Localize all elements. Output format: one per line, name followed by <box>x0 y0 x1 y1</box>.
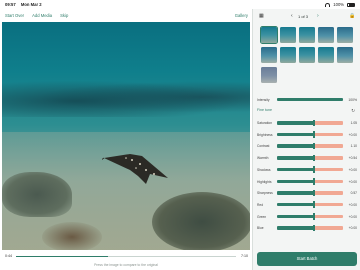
slider-track-left <box>277 179 313 183</box>
item-counter: 1 of 3 <box>298 14 309 19</box>
slider-track-right <box>315 156 343 160</box>
filter-thumbnail[interactable] <box>299 27 315 43</box>
reef-background <box>2 77 250 117</box>
adjustment-label: Shadows <box>257 167 271 172</box>
status-time: 09:57 <box>5 2 16 7</box>
rock <box>42 222 102 250</box>
slider-track-left <box>277 191 313 195</box>
fine-tune-label: Fine tune <box>257 108 272 112</box>
slider-track-left <box>277 144 313 148</box>
adjustment-label: Contrast <box>257 144 270 149</box>
adjustment-value: 1.05 <box>350 121 357 125</box>
battery-icon <box>347 2 355 7</box>
filter-thumbnail[interactable] <box>280 47 296 63</box>
adjustment-value: 1.10 <box>350 144 357 149</box>
rock <box>2 172 72 217</box>
top-toolbar: Start Over Add Media Skip Gallery <box>0 11 252 21</box>
gallery-button[interactable]: Gallery <box>235 13 248 18</box>
battery-percent: 100% <box>333 2 344 7</box>
slider-track-left <box>277 202 313 207</box>
compare-hint: Press the image to compare to the origin… <box>94 263 158 267</box>
filter-thumbnail[interactable] <box>261 67 277 83</box>
adjustment-label: Highlights <box>257 179 272 184</box>
status-bar: 09:57 Mon Mar 2 100% <box>0 0 360 9</box>
adjustment-label: Sharpness <box>257 191 273 196</box>
adjustment-value: +0.00 <box>348 179 357 184</box>
adjustment-row[interactable]: Red +0.00 <box>257 200 357 211</box>
start-over-button[interactable]: Start Over <box>5 13 24 18</box>
adjustment-row[interactable]: Saturation 1.05 <box>257 118 357 129</box>
rock <box>152 192 250 250</box>
adjustment-row[interactable]: Green +0.00 <box>257 212 357 223</box>
filter-thumbnail[interactable] <box>260 26 278 44</box>
slider-track-right <box>315 214 343 219</box>
adjustment-label: Warmth <box>257 156 269 161</box>
slider-track-left <box>277 156 313 160</box>
slider-track-right <box>315 202 343 207</box>
adjustment-value: +0.54 <box>348 156 357 161</box>
eagle-ray <box>102 154 168 184</box>
adjustment-label: Saturation <box>257 121 273 125</box>
chevron-right-icon[interactable]: › <box>317 13 319 19</box>
scrubber-progress <box>16 256 109 257</box>
adjustment-value: +0.00 <box>348 202 357 207</box>
duration: 7:10 <box>241 254 248 258</box>
filter-thumbnail[interactable] <box>280 27 296 43</box>
adjustment-value: +0.00 <box>348 214 357 219</box>
adjustment-row[interactable]: Shadows +0.00 <box>257 165 357 176</box>
slider-track-right <box>315 132 343 137</box>
filter-thumbnail[interactable] <box>318 47 334 63</box>
intensity-label: Intensity <box>257 98 270 102</box>
slider-track-left <box>277 226 313 230</box>
filter-thumbnail[interactable] <box>261 47 277 63</box>
adjustment-label: Green <box>257 214 267 219</box>
filter-thumbnail[interactable] <box>299 47 315 63</box>
filter-thumbnail[interactable] <box>337 47 353 63</box>
panel-header: ▦ ‹ 1 of 3 › 🔒 <box>253 13 360 23</box>
video-scrubber[interactable]: 0:44 7:10 <box>0 252 252 260</box>
wifi-icon <box>325 2 331 7</box>
adjustment-label: Blue <box>257 226 264 231</box>
adjustment-row[interactable]: Contrast 1.10 <box>257 141 357 152</box>
adjustment-row[interactable]: Sharpness 0.57 <box>257 188 357 199</box>
start-batch-button[interactable]: Start Batch <box>257 252 357 266</box>
intensity-value: 100% <box>348 98 357 102</box>
adjustment-panel: ▦ ‹ 1 of 3 › 🔒 Intensity 100% Fine tune … <box>252 9 360 270</box>
fine-tune-header: Fine tune ↻ <box>257 108 357 116</box>
add-media-button[interactable]: Add Media <box>32 13 52 18</box>
adjustment-label: Red <box>257 202 264 207</box>
current-time: 0:44 <box>5 254 12 258</box>
adjustment-row[interactable]: Brightness +0.00 <box>257 130 357 141</box>
adjustment-value: 0.57 <box>350 191 357 196</box>
adjustment-value: +0.00 <box>348 226 357 231</box>
lock-icon[interactable]: 🔒 <box>349 13 355 19</box>
scrubber-track[interactable] <box>16 256 236 257</box>
slider-track-left <box>277 214 313 219</box>
slider-track-right <box>315 226 343 230</box>
adjustment-label: Brightness <box>257 132 273 137</box>
adjustment-value: +0.00 <box>348 167 357 172</box>
slider-track-right <box>315 167 343 172</box>
slider-track-right <box>315 144 343 148</box>
chevron-left-icon[interactable]: ‹ <box>291 13 293 19</box>
adjustment-row[interactable]: Blue +0.00 <box>257 223 357 234</box>
status-date: Mon Mar 2 <box>20 2 42 7</box>
intensity-slider[interactable]: Intensity 100% <box>257 96 357 104</box>
slider-track-left <box>277 121 313 125</box>
preview-image[interactable] <box>2 22 250 250</box>
slider-track-left <box>277 132 313 137</box>
adjustment-value: +0.00 <box>348 132 357 137</box>
adjustment-row[interactable]: Warmth +0.54 <box>257 153 357 164</box>
intensity-bar[interactable] <box>277 98 343 101</box>
slider-track-right <box>315 121 343 125</box>
slider-track-right <box>315 191 343 195</box>
calendar-icon[interactable]: ▦ <box>259 13 264 19</box>
slider-track-right <box>315 179 343 183</box>
refresh-icon[interactable]: ↻ <box>351 108 355 114</box>
filter-thumbnail[interactable] <box>318 27 334 43</box>
skip-button[interactable]: Skip <box>60 13 68 18</box>
filter-thumbnail[interactable] <box>337 27 353 43</box>
slider-track-left <box>277 167 313 172</box>
adjustment-row[interactable]: Highlights +0.00 <box>257 177 357 188</box>
